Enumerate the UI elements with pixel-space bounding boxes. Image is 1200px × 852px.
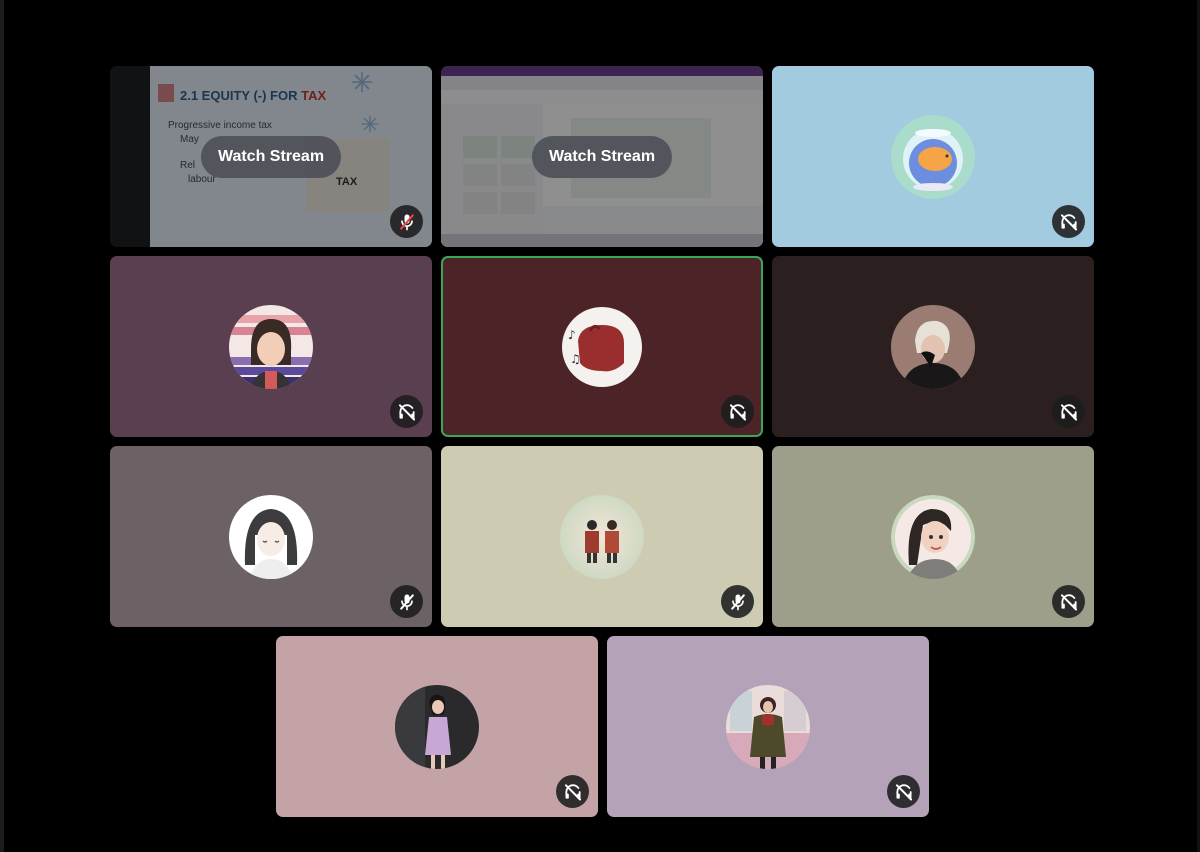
status-deafened [1052,205,1085,238]
status-deafened [390,395,423,428]
avatar-boy-dark [891,304,975,389]
status-deafened [1052,585,1085,618]
status-deafened [887,775,920,808]
watch-stream-button[interactable]: Watch Stream [200,135,342,178]
participant-tile-screenshare-1[interactable]: 2.1 EQUITY (-) FOR TAX Progressive incom… [110,66,432,247]
avatar-girl-glasses [229,304,313,389]
status-muted [390,205,423,238]
headphones-off-icon [397,402,417,422]
participant-tile-red-mascot[interactable]: ♪ ♫ [441,256,763,437]
mic-off-icon [397,212,417,232]
headphones-off-icon [1059,402,1079,422]
avatar-woman-street [726,684,810,769]
svg-text:♫: ♫ [570,352,581,366]
status-muted [721,585,754,618]
avatar-two-men [560,494,644,579]
avatar-red-mascot: ♪ ♫ [560,304,644,389]
status-deafened [721,395,754,428]
avatar-woman-dress [395,684,479,769]
svg-text:♪: ♪ [568,328,576,342]
participant-tile-fishbowl[interactable] [772,66,1094,247]
status-deafened [556,775,589,808]
voice-call-grid: 2.1 EQUITY (-) FOR TAX Progressive incom… [0,0,1200,852]
status-muted [390,585,423,618]
headphones-off-icon [728,402,748,422]
watch-stream-button[interactable]: Watch Stream [531,135,673,178]
participant-tile-boy-dark[interactable] [772,256,1094,437]
mic-off-icon [728,592,748,612]
participant-tile-screenshare-2[interactable]: Watch Stream [441,66,763,247]
participant-tile-girl-glasses[interactable] [110,256,432,437]
participant-tile-woman-dress[interactable] [276,636,598,817]
participant-tile-woman-street[interactable] [607,636,929,817]
avatar-smiling-girl [891,494,975,579]
mic-off-icon [397,592,417,612]
headphones-off-icon [1059,212,1079,232]
participant-tile-two-men[interactable] [441,446,763,627]
window-edge-left [0,0,4,852]
status-deafened [1052,395,1085,428]
participant-tile-smiling-girl[interactable] [772,446,1094,627]
headphones-off-icon [563,782,583,802]
avatar-anime-girl [229,494,313,579]
participant-tile-anime-girl[interactable] [110,446,432,627]
avatar-fishbowl [891,114,975,199]
headphones-off-icon [894,782,914,802]
headphones-off-icon [1059,592,1079,612]
